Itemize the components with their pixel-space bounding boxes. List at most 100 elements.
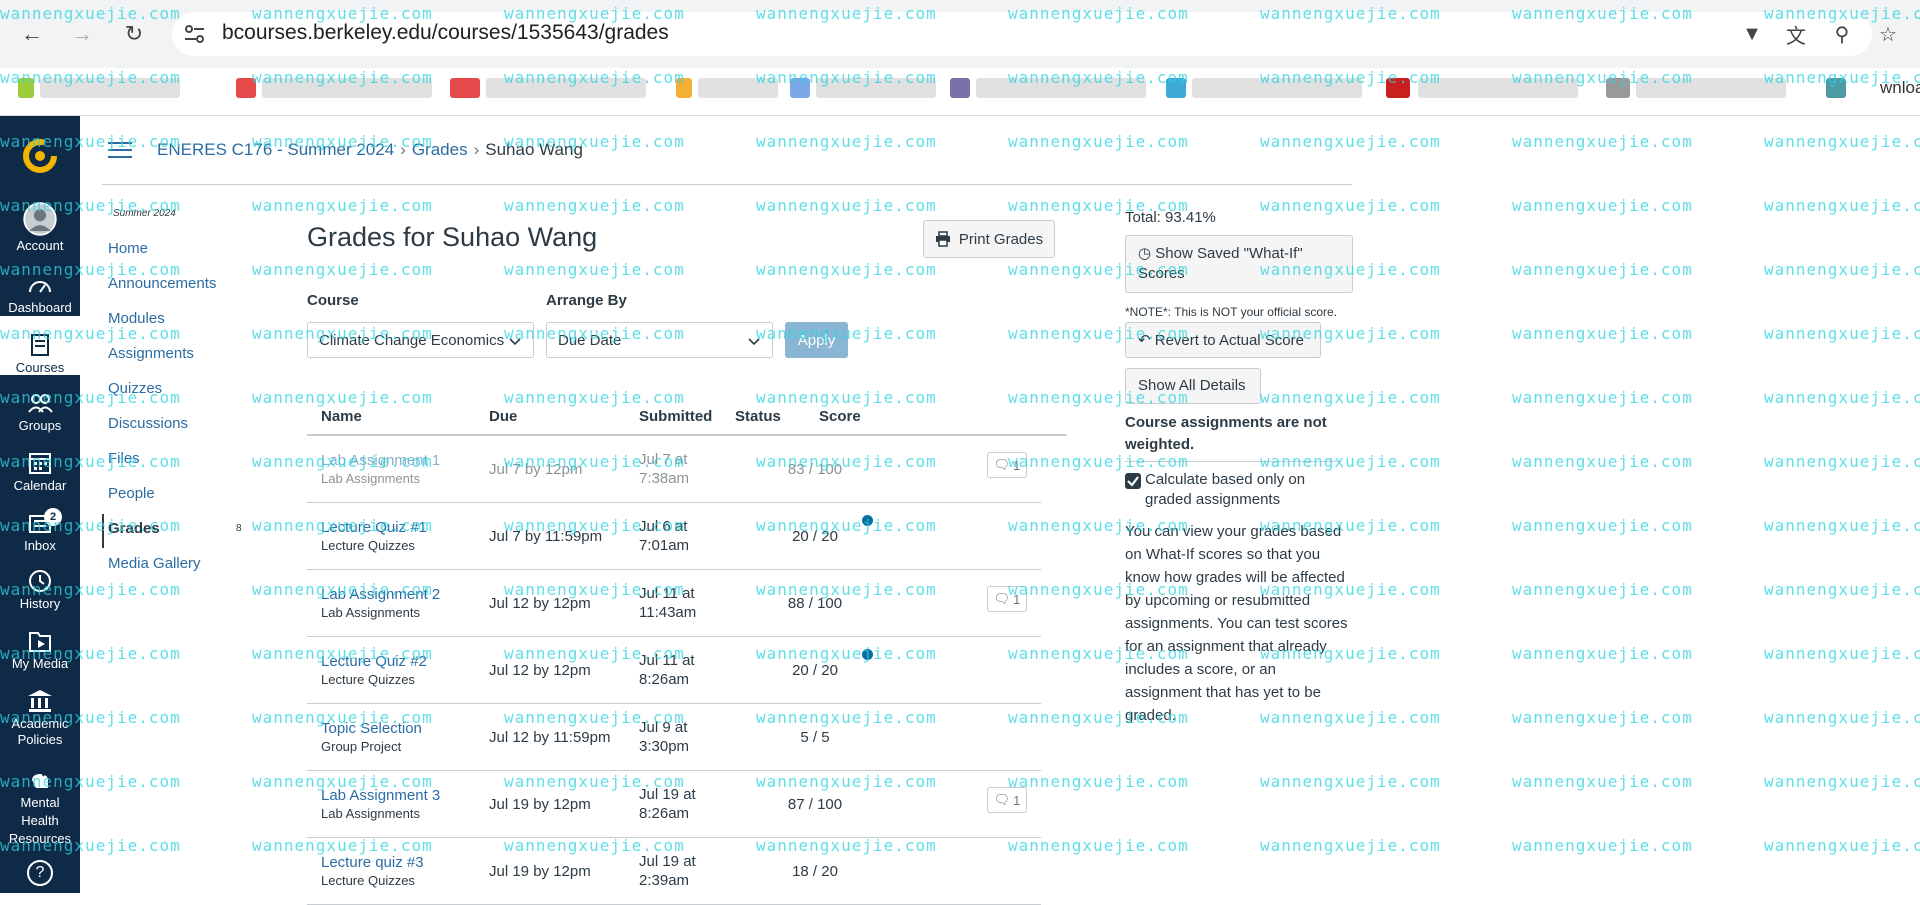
- course-nav-files[interactable]: Files: [108, 450, 140, 467]
- assignment-name-link[interactable]: Lecture quiz #3: [321, 854, 424, 871]
- course-nav-grades[interactable]: Grades: [108, 520, 160, 537]
- global-nav-my-media[interactable]: My Media: [0, 628, 80, 671]
- assignment-name-link[interactable]: Lab Assignment 3: [321, 787, 440, 804]
- comments-button[interactable]: 🗨 1: [987, 787, 1027, 813]
- global-nav-mental-health[interactable]: Mental Health Resources: [0, 766, 80, 848]
- course-nav-people[interactable]: People: [108, 485, 155, 502]
- submitted-date-line: Jul 11 at: [639, 585, 695, 602]
- assignment-name-link[interactable]: Lab Assignment 1: [321, 452, 440, 469]
- bookmark-item[interactable]: [262, 78, 432, 98]
- score[interactable]: 18 / 20: [760, 863, 870, 880]
- assignment-name-link[interactable]: Lecture Quiz #2: [321, 653, 427, 670]
- show-all-details-button[interactable]: Show All Details: [1125, 368, 1261, 404]
- bookmark-label[interactable]: wnloa: [1880, 78, 1920, 98]
- bookmark-icon[interactable]: [1826, 78, 1846, 98]
- url-text[interactable]: bcourses.berkeley.edu/courses/1535643/gr…: [222, 21, 669, 45]
- bookmark-icon[interactable]: [950, 78, 970, 98]
- bookmark-item[interactable]: [40, 78, 180, 98]
- column-header-submitted[interactable]: Submitted: [639, 408, 712, 425]
- course-nav-modules[interactable]: Modules: [108, 310, 165, 327]
- global-nav-help[interactable]: ?: [0, 860, 80, 886]
- due-date: Jul 19 by 12pm: [489, 863, 591, 880]
- global-nav-academic-policies[interactable]: Academic Policies: [0, 688, 80, 748]
- arrange-by-select[interactable]: Due Date: [546, 322, 773, 358]
- comment-bubble-icon: 🗨: [993, 792, 1011, 807]
- global-nav-calendar[interactable]: Calendar: [0, 450, 80, 493]
- score[interactable]: 20 / 20: [760, 662, 870, 679]
- course-nav-announcements[interactable]: Announcements: [108, 275, 216, 292]
- reload-icon[interactable]: ↻: [118, 18, 150, 50]
- assignment-name-link[interactable]: Lecture Quiz #1: [321, 519, 427, 536]
- bookmark-item[interactable]: [698, 78, 778, 98]
- bookmark-item[interactable]: [486, 78, 646, 98]
- assignment-name-link[interactable]: Lab Assignment 2: [321, 586, 440, 603]
- score[interactable]: 20 / 20: [760, 528, 870, 545]
- breadcrumb-course-link[interactable]: ENERES C176 - Summer 2024: [157, 140, 394, 159]
- column-header-status[interactable]: Status: [735, 408, 781, 425]
- submitted-date-line: Jul 6 at: [639, 518, 688, 535]
- breadcrumb-grades-link[interactable]: Grades: [412, 140, 468, 159]
- column-header-due[interactable]: Due: [489, 408, 517, 425]
- course-nav-assignments[interactable]: Assignments: [108, 345, 194, 362]
- bookmark-item[interactable]: [1192, 78, 1362, 98]
- watermark-text: wannengxuejie.com: [1764, 324, 1920, 343]
- score[interactable]: 83 / 100: [760, 461, 870, 478]
- zoom-icon[interactable]: ⚲: [1828, 20, 1856, 48]
- calculate-graded-only-checkbox[interactable]: [1125, 473, 1141, 489]
- checkmark-icon: [1127, 476, 1139, 487]
- bookmark-item[interactable]: [1418, 78, 1578, 98]
- forward-arrow-icon[interactable]: →: [66, 18, 98, 50]
- course-nav-home[interactable]: Home: [108, 240, 148, 257]
- global-nav-account[interactable]: Account: [0, 202, 80, 253]
- course-nav-quizzes[interactable]: Quizzes: [108, 380, 162, 397]
- bookmark-icon[interactable]: [236, 78, 256, 98]
- course-nav-discussions[interactable]: Discussions: [108, 415, 188, 432]
- course-nav-media-gallery[interactable]: Media Gallery: [108, 555, 201, 572]
- score[interactable]: 87 / 100: [760, 796, 870, 813]
- bookmark-item[interactable]: [976, 78, 1146, 98]
- score[interactable]: 5 / 5: [760, 729, 870, 746]
- bookmark-item[interactable]: [1636, 78, 1786, 98]
- score[interactable]: 88 / 100: [760, 595, 870, 612]
- calculate-graded-only-label[interactable]: Calculate based only on graded assignmen…: [1145, 470, 1325, 510]
- column-header-score[interactable]: Score: [819, 408, 861, 425]
- bookmark-icon[interactable]: [676, 78, 692, 98]
- global-nav-courses[interactable]: Courses: [0, 316, 80, 375]
- watermark-text: wannengxuejie.com: [1764, 708, 1920, 727]
- show-saved-what-if-button[interactable]: ◷ Show Saved "What-If" Scores: [1125, 235, 1353, 293]
- breadcrumb-separator-icon: ›: [400, 140, 406, 159]
- global-nav-dashboard[interactable]: Dashboard: [0, 272, 80, 315]
- global-nav-history[interactable]: History: [0, 568, 80, 611]
- comments-button[interactable]: 🗨 1: [987, 452, 1027, 478]
- bookmark-icon[interactable]: [450, 78, 480, 98]
- apply-button[interactable]: Apply: [785, 322, 848, 358]
- translate-icon[interactable]: 文: [1782, 20, 1810, 48]
- bookmark-star-icon[interactable]: ☆: [1874, 20, 1902, 48]
- back-arrow-icon[interactable]: ←: [16, 18, 48, 50]
- global-nav-inbox[interactable]: 2 Inbox: [0, 508, 80, 553]
- canvas-logo-icon[interactable]: [20, 136, 60, 176]
- course-menu-toggle[interactable]: [108, 142, 132, 160]
- watermark-text: wannengxuejie.com: [1764, 580, 1920, 599]
- revert-actual-score-button[interactable]: ↶ Revert to Actual Score: [1125, 322, 1321, 358]
- watermark-text: wannengxuejie.com: [1764, 836, 1920, 855]
- watermark-text: wannengxuejie.com: [1764, 452, 1920, 471]
- bookmark-icon[interactable]: [18, 78, 34, 98]
- submitted-time-line: 11:43am: [639, 604, 697, 621]
- watermark-text: wannengxuejie.com: [504, 260, 685, 279]
- assignment-name-link[interactable]: Topic Selection: [321, 720, 422, 737]
- global-nav-groups[interactable]: Groups: [0, 390, 80, 433]
- install-app-icon[interactable]: ▼: [1738, 20, 1766, 48]
- bookmark-icon[interactable]: [1386, 78, 1410, 98]
- bookmark-icon[interactable]: [1166, 78, 1186, 98]
- site-settings-icon[interactable]: [182, 22, 208, 46]
- bookmark-icon[interactable]: [790, 78, 810, 98]
- course-select[interactable]: Climate Change Economics: [307, 322, 534, 358]
- comments-button[interactable]: 🗨 1: [987, 586, 1027, 612]
- column-header-name[interactable]: Name: [321, 408, 362, 425]
- due-date: Jul 12 by 12pm: [489, 595, 591, 612]
- watermark-text: wannengxuejie.com: [1512, 708, 1693, 727]
- print-grades-button[interactable]: Print Grades: [923, 220, 1055, 258]
- bookmark-icon[interactable]: [1606, 78, 1630, 98]
- bookmark-item[interactable]: [816, 78, 936, 98]
